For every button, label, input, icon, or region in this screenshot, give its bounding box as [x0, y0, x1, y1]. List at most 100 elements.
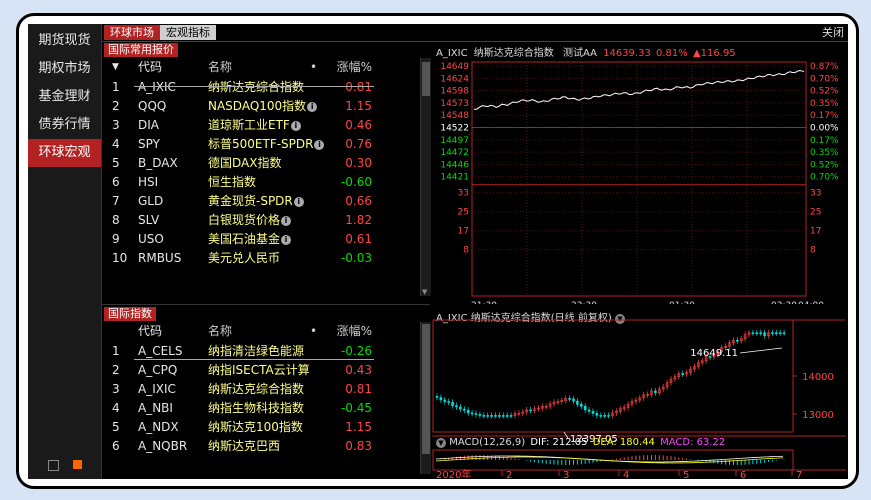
row-number: 1 [112, 344, 120, 358]
scrollbar-thumb[interactable] [422, 324, 430, 454]
year-label: 2020年 [436, 468, 471, 478]
table-row[interactable]: 3 DIA 道琼斯工业ETF i 0.46 [102, 116, 420, 135]
layout-toggle-active-icon[interactable] [73, 460, 82, 469]
table-row[interactable]: 4 A_NBI 纳指生物科技指数 -0.45 [102, 399, 420, 418]
row-name-text: 美元兑人民币 [208, 251, 281, 265]
chart-border [471, 61, 807, 297]
candle-body [529, 409, 532, 412]
header-change[interactable]: 涨幅% [332, 58, 372, 77]
candle-body [607, 415, 610, 417]
candle-body [447, 401, 450, 403]
candle-body [735, 339, 739, 342]
row-name-text: 美国石油基金 [208, 232, 281, 246]
row-code: QQQ [138, 99, 167, 113]
table-row[interactable]: 4 SPY 标普500ETF-SPDR i 0.76 [102, 135, 420, 154]
sidebar-item-funds[interactable]: 基金理财 [28, 83, 101, 111]
row-code: A_NBI [138, 401, 173, 415]
scrollbar-thumb[interactable] [422, 62, 430, 96]
kline-svg: 140001300014649.1112397.052020年 2 3 4 5 6 7 [432, 319, 846, 478]
tab-bar: 环球市场 宏观指标 关闭 [102, 24, 848, 42]
macd-dea: DEA: 180.44 [592, 437, 655, 448]
intraday-chart[interactable]: A_IXIC 纳斯达克综合指数 测试AA 14639.33 0.81% ▲116… [432, 42, 846, 304]
price-label: 14548 [440, 111, 469, 121]
table-row[interactable]: 2 A_CPQ 纳指ISECTA云计算 0.43 [102, 361, 420, 380]
tab-macro-indicators[interactable]: 宏观指标 [160, 25, 216, 40]
layout-toggle-icon[interactable] [48, 460, 59, 471]
table-row[interactable]: 3 A_IXIC 纳斯达克综合指数 0.81 [102, 380, 420, 399]
row-name: 白银现货价格 i [208, 211, 292, 230]
row-code: GLD [138, 194, 164, 208]
header-code[interactable]: 代码 [138, 58, 162, 77]
info-icon[interactable]: i [281, 234, 292, 245]
tab-global-market[interactable]: 环球市场 [104, 25, 160, 40]
index-scrollbar[interactable] [420, 322, 431, 474]
sidebar-item-bonds[interactable]: 债券行情 [28, 111, 101, 139]
table-row[interactable]: 5 B_DAX 德国DAX指数 0.30 [102, 154, 420, 173]
table-row[interactable]: 9 USO 美国石油基金 i 0.61 [102, 230, 420, 249]
row-number: 6 [112, 175, 120, 189]
row-code: DIA [138, 118, 159, 132]
header-name[interactable]: 名称 [208, 322, 232, 341]
price-label: 14649 [440, 62, 469, 72]
sort-arrow-icon[interactable]: ▼ [112, 58, 119, 77]
candle-body [490, 415, 493, 417]
candle-body [505, 415, 509, 417]
kline-chart[interactable]: A_IXIC 纳斯达克综合指数(日线 前复权) ▼ 14000 13000 1464… [432, 308, 846, 478]
scroll-down-icon[interactable]: ▼ [422, 288, 427, 296]
row-name: 纳斯达克综合指数 [208, 380, 304, 399]
volume-label: 8 [810, 246, 816, 256]
table-row[interactable]: 2 QQQ NASDAQ100指数 i 1.15 [102, 97, 420, 116]
sidebar-item-futures[interactable]: 期货现货 [28, 27, 101, 55]
candle-body [502, 415, 505, 417]
row-code: A_CPQ [138, 363, 178, 377]
row-change: 0.30 [345, 156, 372, 170]
price-label: 14573 [440, 99, 469, 109]
row-name-text: 道琼斯工业ETF [208, 118, 290, 132]
row-code: HSI [138, 175, 159, 189]
table-row[interactable]: 5 A_NDX 纳斯达克100指数 1.15 [102, 418, 420, 437]
quotes-table: ▼ 代码 名称 • 涨幅% 1 A_IXIC 纳斯达克综合指数 0.81 2 QQQ NAS… [102, 58, 420, 298]
row-number: 7 [112, 194, 120, 208]
header-dot: • [310, 60, 318, 74]
high-arrow [739, 347, 783, 354]
row-name-text: 纳斯达克综合指数 [208, 80, 305, 94]
row-name-text: 纳斯达克100指数 [208, 420, 303, 434]
row-name-text: NASDAQ100指数 [208, 99, 307, 113]
table-row[interactable]: 8 SLV 白银现货价格 i 1.82 [102, 211, 420, 230]
info-icon[interactable]: i [307, 101, 318, 112]
macd-label: MACD(12,26,9) [449, 437, 526, 448]
header-name[interactable]: 名称 [208, 58, 232, 77]
header-code[interactable]: 代码 [138, 322, 162, 341]
table-row[interactable]: 6 HSI 恒生指数 -0.60 [102, 173, 420, 192]
sidebar-item-global-macro[interactable]: 环球宏观 [28, 139, 101, 167]
info-icon[interactable]: i [293, 196, 304, 207]
row-change: -0.45 [340, 401, 372, 415]
row-name-text: 恒生指数 [208, 175, 257, 189]
table-row[interactable]: 6 A_NQBR 纳斯达克巴西 0.83 [102, 437, 420, 456]
row-name-text: 纳斯达克巴西 [208, 439, 281, 453]
row-change: 0.83 [345, 439, 372, 453]
info-icon[interactable]: i [281, 215, 292, 226]
candle-body [576, 400, 579, 405]
selected-row-underline [134, 359, 374, 360]
candle-body [583, 405, 587, 411]
quotes-scrollbar[interactable]: ▼ [420, 58, 431, 296]
sidebar-item-options[interactable]: 期权市场 [28, 55, 101, 83]
table-row[interactable]: 1 A_IXIC 纳斯达克综合指数 0.81 [102, 78, 420, 97]
row-change: -0.03 [340, 251, 372, 265]
header-change[interactable]: 涨幅% [332, 322, 372, 341]
price-line [474, 70, 805, 110]
chevron-down-icon[interactable]: ▼ [436, 438, 446, 448]
volume-label: 8 [463, 246, 469, 256]
row-number: 2 [112, 363, 120, 377]
close-button[interactable]: 关闭 [822, 25, 844, 40]
header-dot: • [310, 324, 318, 338]
row-name-text: 纳指清洁绿色能源 [208, 344, 305, 358]
row-code: USO [138, 232, 164, 246]
info-icon[interactable]: i [290, 120, 301, 131]
table-row[interactable]: 7 GLD 黄金现货-SPDR i 0.66 [102, 192, 420, 211]
table-row[interactable]: 10 RMBUS 美元兑人民币 -0.03 [102, 249, 420, 268]
price-label: 14522 [440, 124, 469, 134]
candle-body [774, 332, 778, 335]
info-icon[interactable]: i [314, 139, 325, 150]
